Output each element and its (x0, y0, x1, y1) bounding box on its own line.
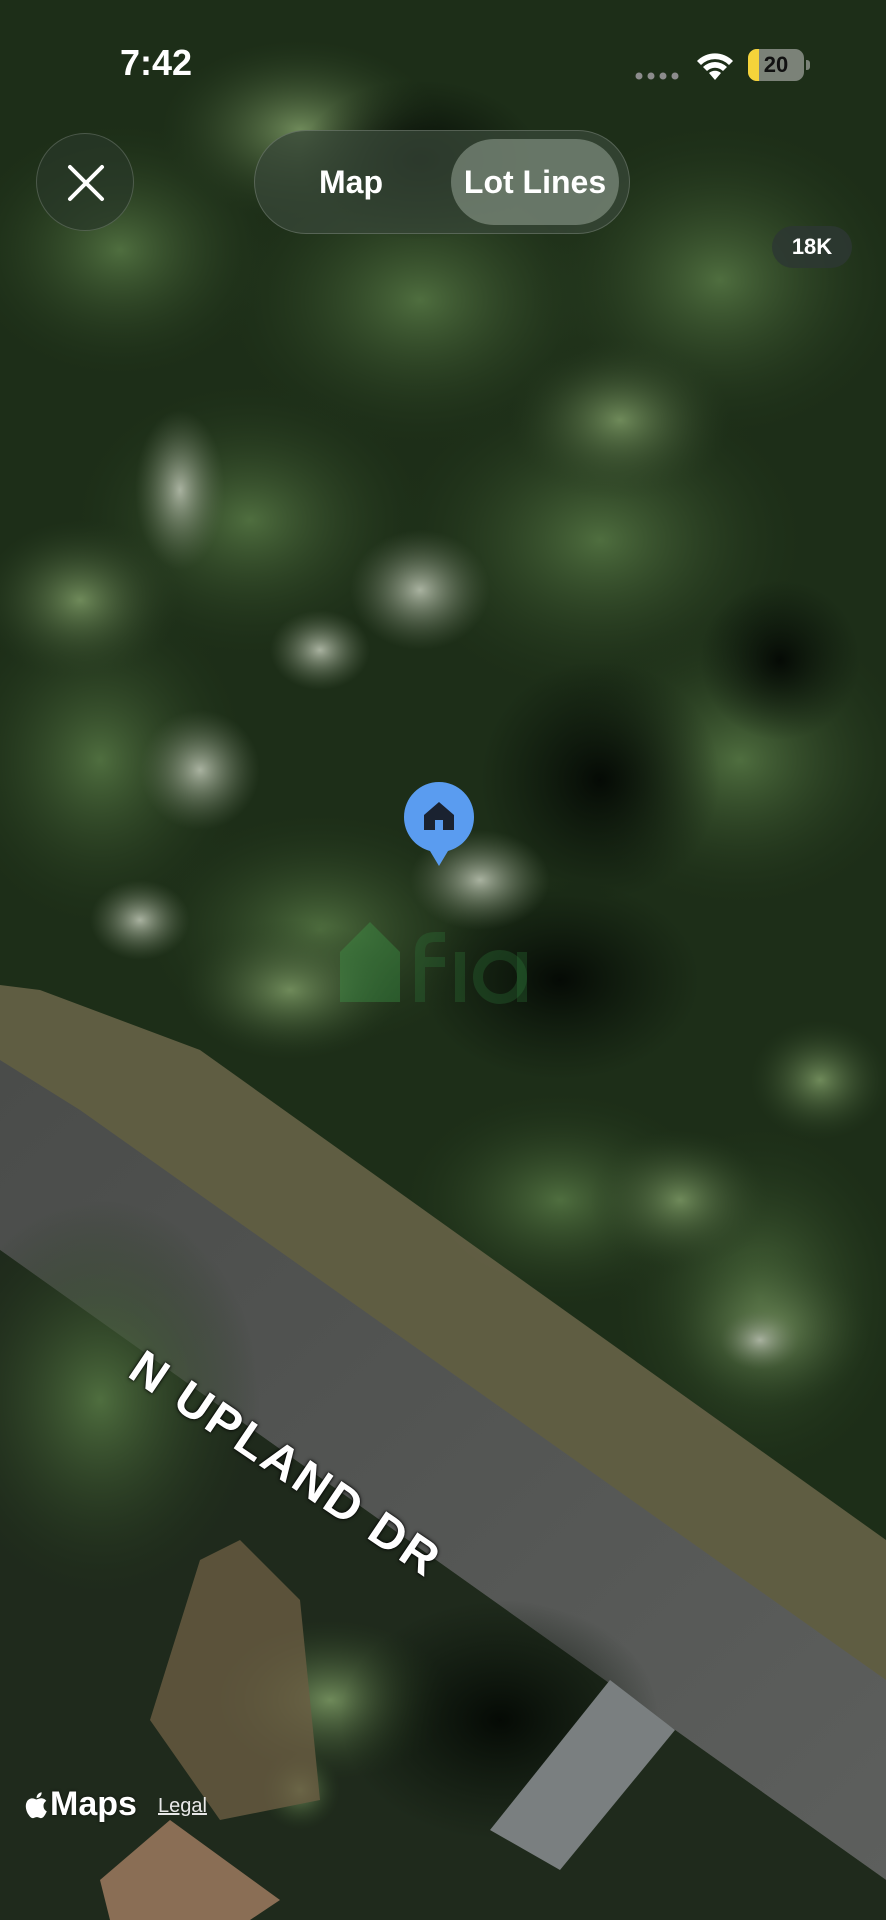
status-bar: 7:42 20 (0, 0, 886, 130)
apple-logo-icon (25, 1792, 47, 1819)
battery-cap (806, 60, 810, 70)
home-location-pin[interactable] (402, 780, 476, 868)
maps-brand-label: Maps (50, 1785, 137, 1823)
battery-indicator: 20 (748, 49, 810, 81)
battery-icon: 20 (748, 49, 804, 81)
zoom-badge: 18K (772, 226, 852, 268)
legal-link[interactable]: Legal (158, 1795, 207, 1818)
segment-lot-lines[interactable]: Lot Lines (451, 139, 619, 225)
watermark-logo (340, 922, 527, 1004)
cellular-signal-icon (635, 72, 679, 80)
wifi-icon (697, 53, 733, 80)
status-time: 7:42 (120, 42, 193, 83)
close-button[interactable] (36, 133, 134, 231)
segment-map[interactable]: Map (263, 139, 439, 225)
close-icon (68, 165, 104, 201)
battery-level: 20 (763, 52, 789, 77)
map-mode-segmented-control: Map Lot Lines (254, 130, 630, 234)
map-screen: 7:42 20 Map Lot Lines 18K N UPLAND DR Ma… (0, 0, 886, 1920)
